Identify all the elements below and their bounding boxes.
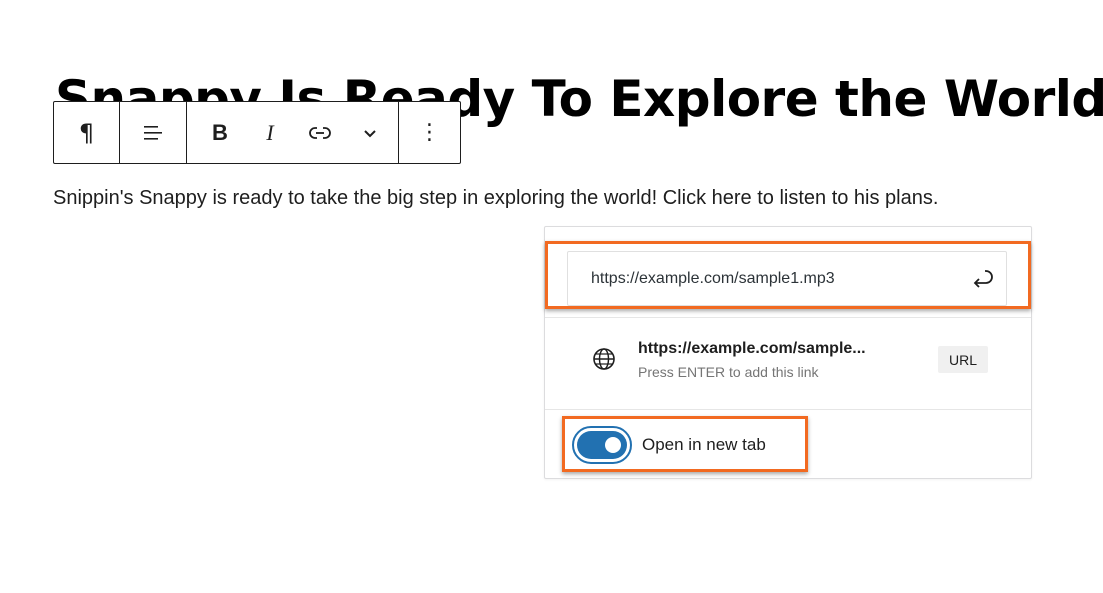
options-button[interactable]: ⋮ [399,102,460,163]
toggle-highlight-box [562,416,808,472]
bold-button[interactable]: B [195,102,245,163]
options-group: ⋮ [399,102,460,163]
chevron-down-icon [364,129,376,137]
suggestion-title: https://example.com/sample... [638,340,866,357]
align-left-icon [144,125,162,140]
link-button[interactable] [295,102,345,163]
post-paragraph[interactable]: Snippin's Snappy is ready to take the bi… [53,184,938,212]
bold-icon: B [212,119,228,145]
paragraph-icon: ¶ [78,118,95,147]
suggestion-type-badge: URL [938,346,988,373]
link-suggestion[interactable]: https://example.com/sample... Press ENTE… [545,318,1031,402]
popover-divider [545,409,1031,410]
align-button[interactable] [120,102,186,163]
globe-icon [593,348,615,370]
url-highlight-box [545,241,1031,309]
more-formats-button[interactable] [345,102,395,163]
block-toolbar: ¶ B I ⋮ [53,101,461,164]
italic-icon: I [266,119,274,145]
italic-button[interactable]: I [245,102,295,163]
suggestion-hint: Press ENTER to add this link [638,364,819,380]
paragraph-block-button[interactable]: ¶ [54,102,119,163]
block-type-group: ¶ [54,102,120,163]
format-group: B I [187,102,399,163]
more-vertical-icon: ⋮ [418,120,441,145]
link-icon [309,126,331,139]
align-group [120,102,187,163]
